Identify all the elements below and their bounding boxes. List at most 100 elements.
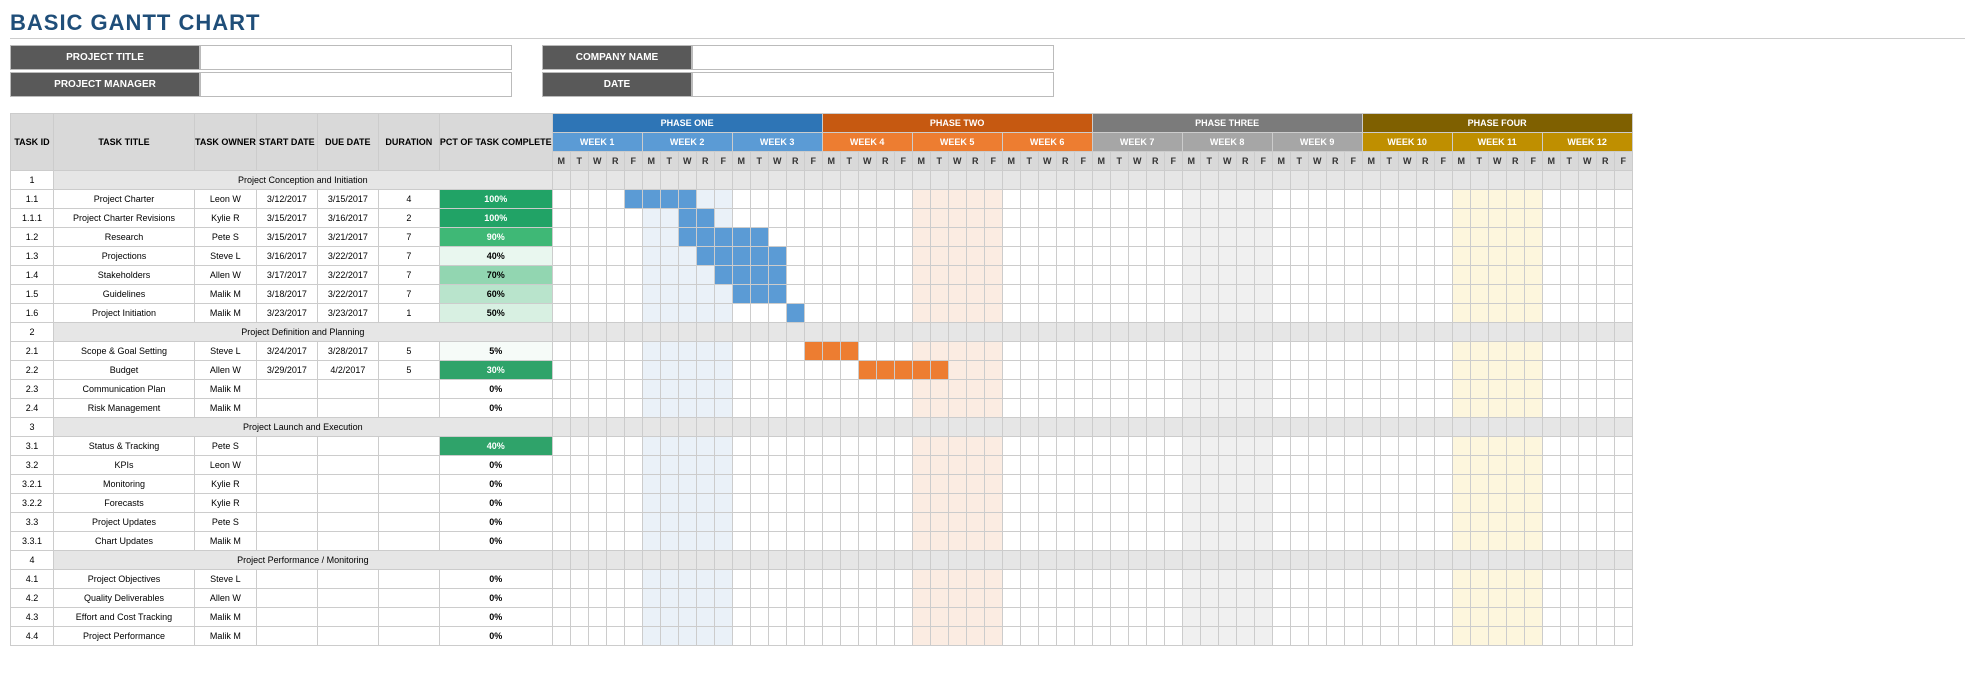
cell-owner[interactable]: Kylie R — [195, 209, 257, 228]
cell-start[interactable] — [256, 437, 317, 456]
section-title[interactable]: Project Launch and Execution — [54, 418, 553, 437]
cell-start[interactable] — [256, 589, 317, 608]
cell-pct[interactable]: 30% — [439, 361, 552, 380]
cell-owner[interactable]: Kylie R — [195, 475, 257, 494]
cell-id[interactable]: 4.1 — [11, 570, 54, 589]
cell-due[interactable] — [317, 399, 378, 418]
cell-id[interactable]: 3.3 — [11, 513, 54, 532]
cell-due[interactable] — [317, 475, 378, 494]
cell-start[interactable] — [256, 513, 317, 532]
cell-due[interactable]: 3/16/2017 — [317, 209, 378, 228]
cell-title[interactable]: Project Objectives — [54, 570, 195, 589]
cell-pct[interactable]: 100% — [439, 209, 552, 228]
cell-due[interactable] — [317, 437, 378, 456]
cell-dur[interactable] — [378, 532, 439, 551]
cell-owner[interactable]: Malik M — [195, 399, 257, 418]
cell-title[interactable]: Risk Management — [54, 399, 195, 418]
cell-id[interactable]: 4 — [11, 551, 54, 570]
cell-id[interactable]: 3.1 — [11, 437, 54, 456]
cell-pct[interactable]: 0% — [439, 399, 552, 418]
cell-owner[interactable]: Malik M — [195, 608, 257, 627]
cell-title[interactable]: Chart Updates — [54, 532, 195, 551]
cell-due[interactable]: 3/15/2017 — [317, 190, 378, 209]
cell-start[interactable] — [256, 627, 317, 646]
cell-title[interactable]: Effort and Cost Tracking — [54, 608, 195, 627]
cell-due[interactable] — [317, 513, 378, 532]
cell-dur[interactable] — [378, 380, 439, 399]
project-manager-field[interactable] — [200, 72, 512, 97]
cell-start[interactable] — [256, 399, 317, 418]
cell-start[interactable] — [256, 608, 317, 627]
cell-owner[interactable]: Allen W — [195, 589, 257, 608]
cell-id[interactable]: 2.3 — [11, 380, 54, 399]
cell-dur[interactable]: 7 — [378, 285, 439, 304]
cell-id[interactable]: 1.2 — [11, 228, 54, 247]
cell-start[interactable] — [256, 570, 317, 589]
cell-owner[interactable]: Kylie R — [195, 494, 257, 513]
cell-pct[interactable]: 0% — [439, 532, 552, 551]
cell-title[interactable]: Monitoring — [54, 475, 195, 494]
cell-id[interactable]: 4.2 — [11, 589, 54, 608]
cell-due[interactable]: 4/2/2017 — [317, 361, 378, 380]
cell-start[interactable]: 3/18/2017 — [256, 285, 317, 304]
cell-id[interactable]: 2 — [11, 323, 54, 342]
cell-start[interactable] — [256, 494, 317, 513]
cell-id[interactable]: 1.5 — [11, 285, 54, 304]
cell-due[interactable]: 3/21/2017 — [317, 228, 378, 247]
cell-title[interactable]: Project Performance — [54, 627, 195, 646]
cell-id[interactable]: 2.4 — [11, 399, 54, 418]
cell-start[interactable]: 3/15/2017 — [256, 209, 317, 228]
cell-owner[interactable]: Pete S — [195, 228, 257, 247]
cell-start[interactable]: 3/15/2017 — [256, 228, 317, 247]
cell-owner[interactable]: Leon W — [195, 456, 257, 475]
cell-start[interactable] — [256, 380, 317, 399]
cell-dur[interactable] — [378, 494, 439, 513]
cell-dur[interactable] — [378, 399, 439, 418]
cell-start[interactable]: 3/24/2017 — [256, 342, 317, 361]
cell-id[interactable]: 1.4 — [11, 266, 54, 285]
cell-owner[interactable]: Steve L — [195, 570, 257, 589]
cell-pct[interactable]: 0% — [439, 589, 552, 608]
cell-start[interactable]: 3/23/2017 — [256, 304, 317, 323]
cell-pct[interactable]: 0% — [439, 570, 552, 589]
cell-id[interactable]: 3.2 — [11, 456, 54, 475]
cell-due[interactable]: 3/22/2017 — [317, 266, 378, 285]
cell-dur[interactable]: 5 — [378, 361, 439, 380]
cell-dur[interactable] — [378, 627, 439, 646]
cell-dur[interactable]: 7 — [378, 266, 439, 285]
cell-pct[interactable]: 0% — [439, 475, 552, 494]
cell-dur[interactable]: 1 — [378, 304, 439, 323]
cell-owner[interactable]: Leon W — [195, 190, 257, 209]
cell-owner[interactable]: Malik M — [195, 304, 257, 323]
section-title[interactable]: Project Performance / Monitoring — [54, 551, 553, 570]
cell-start[interactable]: 3/16/2017 — [256, 247, 317, 266]
cell-id[interactable]: 1.3 — [11, 247, 54, 266]
section-title[interactable]: Project Conception and Initiation — [54, 171, 553, 190]
cell-title[interactable]: Forecasts — [54, 494, 195, 513]
cell-due[interactable] — [317, 494, 378, 513]
cell-id[interactable]: 4.4 — [11, 627, 54, 646]
cell-due[interactable] — [317, 532, 378, 551]
cell-dur[interactable]: 7 — [378, 247, 439, 266]
cell-owner[interactable]: Pete S — [195, 513, 257, 532]
cell-id[interactable]: 3.2.1 — [11, 475, 54, 494]
cell-due[interactable] — [317, 570, 378, 589]
cell-title[interactable]: Quality Deliverables — [54, 589, 195, 608]
cell-dur[interactable]: 5 — [378, 342, 439, 361]
cell-title[interactable]: Project Updates — [54, 513, 195, 532]
cell-start[interactable]: 3/17/2017 — [256, 266, 317, 285]
cell-dur[interactable] — [378, 570, 439, 589]
cell-due[interactable]: 3/23/2017 — [317, 304, 378, 323]
cell-title[interactable]: Communication Plan — [54, 380, 195, 399]
cell-id[interactable]: 3.3.1 — [11, 532, 54, 551]
cell-id[interactable]: 2.2 — [11, 361, 54, 380]
cell-dur[interactable] — [378, 456, 439, 475]
cell-id[interactable]: 1.1.1 — [11, 209, 54, 228]
cell-dur[interactable] — [378, 608, 439, 627]
cell-due[interactable] — [317, 627, 378, 646]
cell-dur[interactable]: 7 — [378, 228, 439, 247]
cell-pct[interactable]: 0% — [439, 608, 552, 627]
cell-owner[interactable]: Pete S — [195, 437, 257, 456]
cell-pct[interactable]: 0% — [439, 513, 552, 532]
cell-pct[interactable]: 5% — [439, 342, 552, 361]
